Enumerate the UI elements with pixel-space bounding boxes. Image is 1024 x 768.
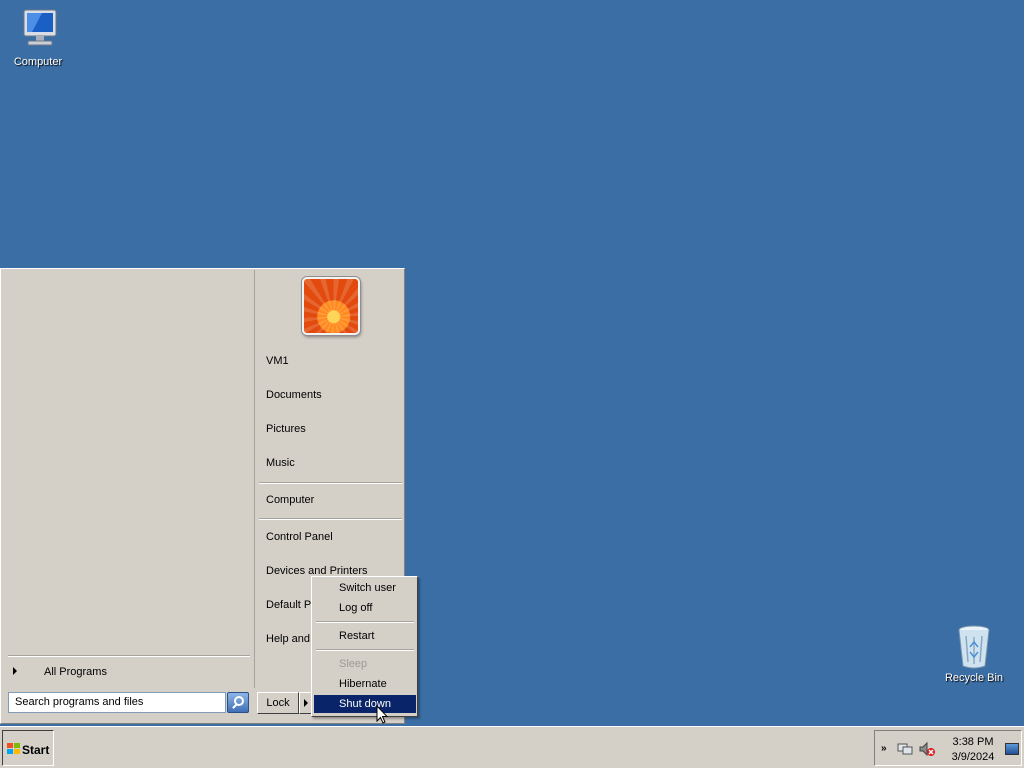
start-menu-separator [259,482,402,484]
user-picture[interactable] [302,277,360,335]
windows-logo-icon [7,743,21,755]
start-item-user[interactable]: VM1 [266,355,289,367]
search-button[interactable] [227,692,249,713]
start-item-documents[interactable]: Documents [266,389,322,401]
menu-separator [316,621,414,623]
menu-item-switch-user[interactable]: Switch user [314,579,416,597]
start-item-help[interactable]: Help and [266,633,310,645]
start-item-computer[interactable]: Computer [266,494,314,506]
network-icon[interactable] [897,741,913,757]
mouse-pointer-icon [376,705,388,724]
computer-icon [14,6,62,54]
all-programs-label: All Programs [44,666,107,678]
clock-date: 3/9/2024 [951,751,995,763]
start-menu-programs-pane [2,270,255,688]
desktop-icon-computer[interactable]: Computer [0,6,76,68]
menu-item-hibernate[interactable]: Hibernate [314,675,416,693]
shutdown-submenu: Switch user Log off Restart Sleep Hibern… [311,576,418,717]
start-label: Start [22,743,50,757]
start-button[interactable]: Start [2,730,54,766]
desktop-icon-recycle-bin[interactable]: Recycle Bin [936,622,1012,684]
start-item-music[interactable]: Music [266,457,295,469]
taskbar: Start » 3:38 PM 3/9/2024 [0,726,1024,768]
menu-separator [316,649,414,651]
start-item-control-panel[interactable]: Control Panel [266,531,333,543]
menu-item-log-off[interactable]: Log off [314,599,416,617]
search-icon-handle [232,703,238,709]
desktop-icon-label: Computer [13,56,63,68]
menu-item-sleep: Sleep [339,658,368,670]
show-hidden-icons-button[interactable]: » [881,743,887,754]
menu-item-shut-down[interactable]: Shut down [314,695,416,713]
volume-muted-icon[interactable] [919,741,935,757]
lock-button[interactable]: Lock [257,692,299,714]
desktop-icon-label: Recycle Bin [944,672,1004,684]
all-programs-button[interactable]: All Programs [8,662,250,682]
notification-area: » 3:38 PM 3/9/2024 [874,730,1022,766]
show-desktop-button[interactable] [1005,743,1019,755]
clock-time: 3:38 PM [952,736,994,748]
start-item-pictures[interactable]: Pictures [266,423,306,435]
clock[interactable]: 3:38 PM 3/9/2024 [947,735,999,765]
chevron-right-icon [13,667,17,675]
recycle-bin-icon [950,622,998,670]
menu-item-restart[interactable]: Restart [314,627,416,645]
start-item-default-programs[interactable]: Default P [266,599,311,611]
search-input[interactable]: Search programs and files [8,692,226,713]
all-programs-separator [8,655,250,657]
start-menu-separator [259,518,402,520]
